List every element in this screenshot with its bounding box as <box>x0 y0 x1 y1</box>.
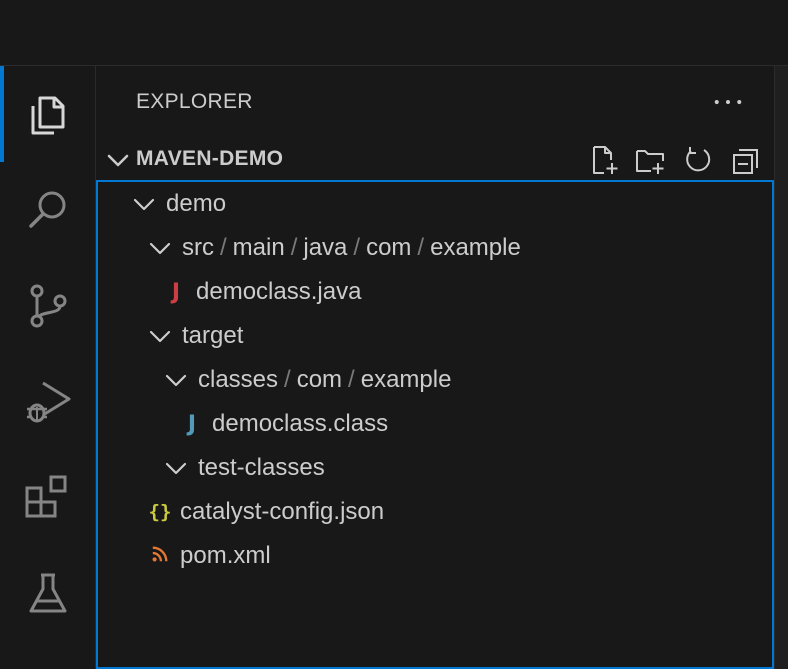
activity-extensions[interactable] <box>0 450 95 546</box>
activity-bar <box>0 66 96 669</box>
collapse-all-icon <box>733 149 758 174</box>
tree-item-pom-xml[interactable]: pom.xml <box>98 534 772 578</box>
tree-item-label: target <box>182 322 244 349</box>
tree-item-label: demo <box>166 190 227 217</box>
workspace-section-header[interactable]: MAVEN-DEMO <box>96 138 774 180</box>
more-actions-button[interactable] <box>708 84 748 120</box>
path-separator: / <box>220 234 227 261</box>
tree-item-classes-com-example[interactable]: classes / com / example <box>98 358 772 402</box>
path-separator: / <box>284 366 291 393</box>
new-file-button[interactable] <box>586 142 622 178</box>
tree-item-label: democlass.class <box>212 410 389 437</box>
collapse-all-button[interactable] <box>728 142 764 178</box>
tree-item-src-main-java-com-example[interactable]: src / main / java / com / example <box>98 226 772 270</box>
tree-item-democlass-class[interactable]: J democlass.class <box>98 402 772 446</box>
ellipsis-icon <box>714 99 742 105</box>
chevron-down-icon <box>165 462 187 475</box>
tree-item-target[interactable]: target <box>98 314 772 358</box>
editor-edge <box>774 66 788 669</box>
rss-icon <box>146 543 174 569</box>
new-folder-icon <box>636 150 664 174</box>
tree-item-label: test-classes <box>198 454 325 481</box>
activity-search[interactable] <box>0 162 95 258</box>
refresh-button[interactable] <box>680 142 716 178</box>
activity-source-control[interactable] <box>0 258 95 354</box>
beaker-icon <box>29 573 66 613</box>
tree-item-demo[interactable]: demo <box>98 182 772 226</box>
tree-item-label: catalyst-config.json <box>180 498 385 525</box>
extensions-icon <box>25 475 66 518</box>
explorer-title: EXPLORER <box>136 90 253 113</box>
files-icon <box>31 96 64 135</box>
new-folder-button[interactable] <box>632 142 668 178</box>
tree-item-label: democlass.java <box>196 278 362 305</box>
chevron-down-icon <box>149 242 171 255</box>
tree-item-democlass-java[interactable]: J democlass.java <box>98 270 772 314</box>
path-separator: / <box>348 366 355 393</box>
chevron-down-icon <box>149 330 171 343</box>
title-bar <box>0 0 788 66</box>
refresh-icon <box>686 147 711 172</box>
explorer-header: EXPLORER <box>96 66 774 138</box>
source-control-icon <box>30 284 66 328</box>
search-icon <box>28 191 65 228</box>
json-file-icon: {} <box>148 501 172 523</box>
path-segment: example <box>360 366 452 393</box>
path-segment: java <box>303 234 348 261</box>
activity-explorer[interactable] <box>0 66 95 162</box>
path-segment: classes <box>198 366 279 393</box>
java-class-icon: J <box>187 411 197 437</box>
run-debug-icon <box>26 381 70 423</box>
path-segment: example <box>430 234 521 261</box>
chevron-down-icon <box>107 154 129 167</box>
activity-run-debug[interactable] <box>0 354 95 450</box>
tree-item-catalyst-config[interactable]: {} catalyst-config.json <box>98 490 772 534</box>
java-file-icon: J <box>171 279 181 305</box>
tree-item-test-classes[interactable]: test-classes <box>98 446 772 490</box>
path-segment: main <box>232 234 285 261</box>
path-segment: com <box>366 234 412 261</box>
path-separator: / <box>353 234 361 261</box>
new-file-icon <box>593 146 618 174</box>
chevron-down-icon <box>165 374 187 387</box>
path-segment: src <box>182 234 214 261</box>
chevron-down-icon <box>133 198 155 211</box>
path-separator: / <box>290 234 298 261</box>
workspace-title: MAVEN-DEMO <box>136 147 284 170</box>
tree-item-label: pom.xml <box>180 542 271 569</box>
file-tree: demo src / main / java / com / example J… <box>96 180 774 669</box>
path-separator: / <box>417 234 425 261</box>
path-segment: com <box>296 366 343 393</box>
explorer-sidebar: EXPLORER MAVEN-DEMO demo src / main / ja… <box>96 66 774 669</box>
activity-testing[interactable] <box>0 546 95 642</box>
